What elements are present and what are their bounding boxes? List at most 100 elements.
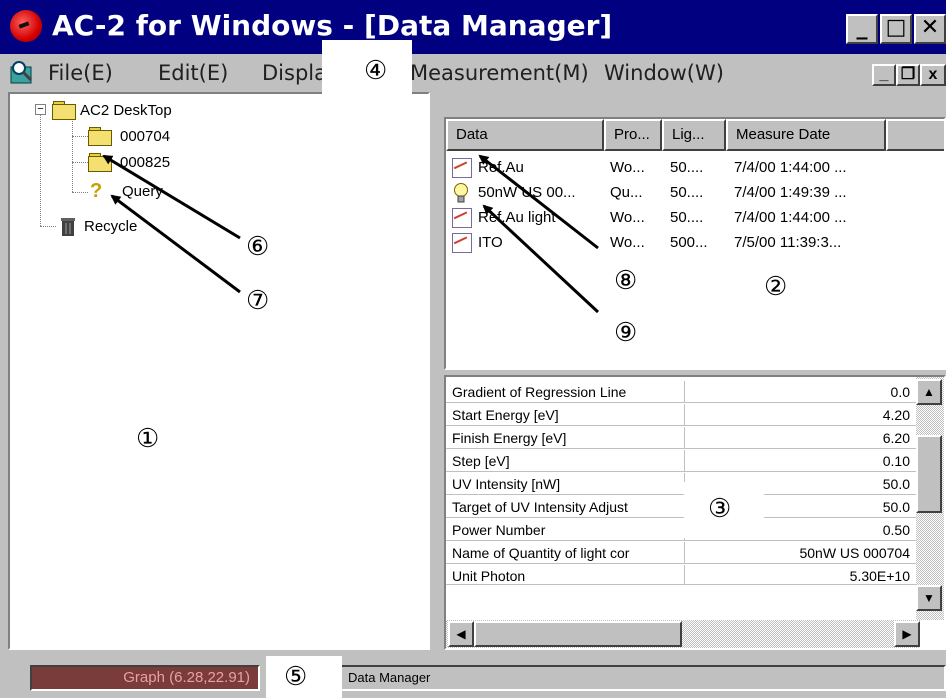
column-divider — [684, 450, 685, 472]
property-name: Step [eV] — [452, 453, 510, 469]
column-divider — [684, 565, 685, 584]
tree-collapse-toggle[interactable]: − — [35, 104, 46, 115]
close-button[interactable]: ✕ — [914, 14, 946, 44]
list-item[interactable]: Ref.Au Wo... 50.... 7/4/00 1:44:00 ... — [446, 155, 906, 180]
list-item-name: Ref.Au light — [478, 209, 556, 226]
menu-window[interactable]: Window(W) — [604, 58, 724, 88]
property-name: Unit Photon — [452, 568, 526, 584]
menu-measurement[interactable]: Measurement(M) — [410, 58, 589, 88]
property-row[interactable]: Finish Energy [eV] 6.20 — [446, 427, 920, 449]
scroll-thumb[interactable] — [474, 621, 682, 647]
list-item[interactable]: Ref.Au light Wo... 50.... 7/4/00 1:44:00… — [446, 205, 906, 230]
property-row[interactable]: Power Number 0.50 — [446, 519, 920, 541]
status-message: Data Manager — [340, 665, 946, 691]
list-item-lig: 50.... — [670, 159, 704, 176]
property-row[interactable]: Target of UV Intensity Adjust 50.0 — [446, 496, 920, 518]
data-list-panel[interactable]: Data Pro... Lig... Measure Date Ref.Au W… — [444, 117, 946, 370]
list-item-date: 7/4/00 1:44:00 ... — [734, 159, 847, 176]
graph-icon — [452, 208, 472, 228]
app-icon[interactable] — [10, 10, 42, 42]
column-divider — [684, 427, 685, 449]
mdi-minimize-button[interactable]: _ — [872, 64, 896, 86]
mdi-close-button[interactable]: x — [920, 64, 946, 86]
magnifier-icon[interactable] — [10, 59, 36, 85]
column-header-pro[interactable]: Pro... — [604, 119, 662, 151]
maximize-button[interactable]: □ — [880, 14, 912, 44]
tree-line — [72, 162, 88, 163]
menu-bar: File(E) Edit(E) Display( Measurement(M) … — [0, 54, 946, 92]
tree-item-000704[interactable]: 000704 — [88, 124, 170, 148]
property-row[interactable]: Gradient of Regression Line 0.0 — [446, 381, 920, 403]
horizontal-scrollbar[interactable]: ◀ ▶ — [446, 620, 920, 648]
property-row[interactable]: Step [eV] 0.10 — [446, 450, 920, 472]
title-bar[interactable]: AC-2 for Windows - [Data Manager] _ □ ✕ — [0, 0, 946, 54]
mdi-restore-button[interactable]: ❐ — [896, 64, 920, 86]
property-row[interactable]: UV Intensity [nW] 50.0 — [446, 473, 920, 495]
property-value: 0.10 — [882, 453, 910, 469]
question-icon: ? — [90, 179, 103, 202]
tree-item-label: 000825 — [120, 153, 171, 171]
column-header-measure-date[interactable]: Measure Date — [726, 119, 886, 151]
list-item-date: 7/4/00 1:49:39 ... — [734, 184, 847, 201]
tree-line — [72, 136, 88, 137]
callout-7: ⑦ — [246, 286, 270, 316]
folder-icon — [88, 153, 112, 172]
menu-file[interactable]: File(E) — [48, 58, 113, 88]
callout-3: ③ — [708, 494, 732, 524]
property-row[interactable]: Start Energy [eV] 4.20 — [446, 404, 920, 426]
column-header-lig[interactable]: Lig... — [662, 119, 726, 151]
list-item-lig: 50.... — [670, 209, 704, 226]
callout-4: ④ — [364, 56, 388, 86]
scroll-up-button[interactable]: ▲ — [916, 379, 942, 405]
list-item[interactable]: 50nW US 00... Qu... 50.... 7/4/00 1:49:3… — [446, 180, 906, 205]
property-name: Target of UV Intensity Adjust — [452, 499, 628, 515]
property-value: 4.20 — [882, 407, 910, 423]
column-header-data[interactable]: Data — [446, 119, 604, 151]
list-item-date: 7/4/00 1:44:00 ... — [734, 209, 847, 226]
callout-5: ⑤ — [284, 662, 308, 692]
graph-status: Graph (6.28,22.91) — [30, 665, 260, 691]
column-header-blank — [886, 119, 944, 151]
property-value: 50.0 — [882, 476, 910, 492]
minimize-button[interactable]: _ — [846, 14, 878, 44]
list-item-name: 50nW US 00... — [478, 184, 576, 201]
property-name: Name of Quantity of light cor — [452, 545, 630, 561]
scroll-thumb[interactable] — [916, 435, 942, 513]
folder-open-icon — [52, 101, 76, 120]
property-name: Power Number — [452, 522, 546, 538]
tree-item-label: Query — [122, 182, 163, 200]
tree-item-root[interactable]: AC2 DeskTop — [52, 98, 172, 122]
tree-item-query[interactable]: ? Query — [90, 179, 163, 203]
list-item-pro: Wo... — [610, 159, 645, 176]
list-item[interactable]: ITO Wo... 500... 7/5/00 11:39:3... — [446, 230, 906, 255]
graph-icon — [452, 158, 472, 178]
property-name: Start Energy [eV] — [452, 407, 559, 423]
column-divider — [684, 381, 685, 403]
list-item-pro: Wo... — [610, 234, 645, 251]
scroll-right-button[interactable]: ▶ — [894, 621, 920, 647]
list-item-pro: Qu... — [610, 184, 643, 201]
tree-line — [40, 226, 56, 227]
tree-line — [72, 192, 88, 193]
property-row[interactable]: Name of Quantity of light cor 50nW US 00… — [446, 542, 920, 564]
tree-item-label: 000704 — [120, 127, 171, 145]
list-item-pro: Wo... — [610, 209, 645, 226]
vertical-scrollbar[interactable]: ▲ ▼ — [916, 377, 944, 620]
column-divider — [684, 404, 685, 426]
tree-item-recycle[interactable]: Recycle — [58, 214, 137, 238]
scroll-down-button[interactable]: ▼ — [916, 585, 942, 611]
scroll-left-button[interactable]: ◀ — [448, 621, 474, 647]
list-item-lig: 500... — [670, 234, 708, 251]
property-name: UV Intensity [nW] — [452, 476, 561, 492]
property-row[interactable]: Unit Photon 5.30E+10 — [446, 565, 920, 585]
menu-edit[interactable]: Edit(E) — [158, 58, 228, 88]
folder-tree-panel[interactable]: − AC2 DeskTop 000704 000825 ? Query Recy… — [8, 92, 430, 650]
callout-2: ② — [764, 272, 788, 302]
list-item-lig: 50.... — [670, 184, 704, 201]
property-value: 0.0 — [890, 384, 910, 400]
tree-line — [40, 114, 41, 226]
list-item-date: 7/5/00 11:39:3... — [734, 234, 842, 251]
folder-icon — [88, 127, 112, 146]
tree-item-000825[interactable]: 000825 — [88, 150, 170, 174]
tree-item-label: Recycle — [84, 217, 138, 235]
